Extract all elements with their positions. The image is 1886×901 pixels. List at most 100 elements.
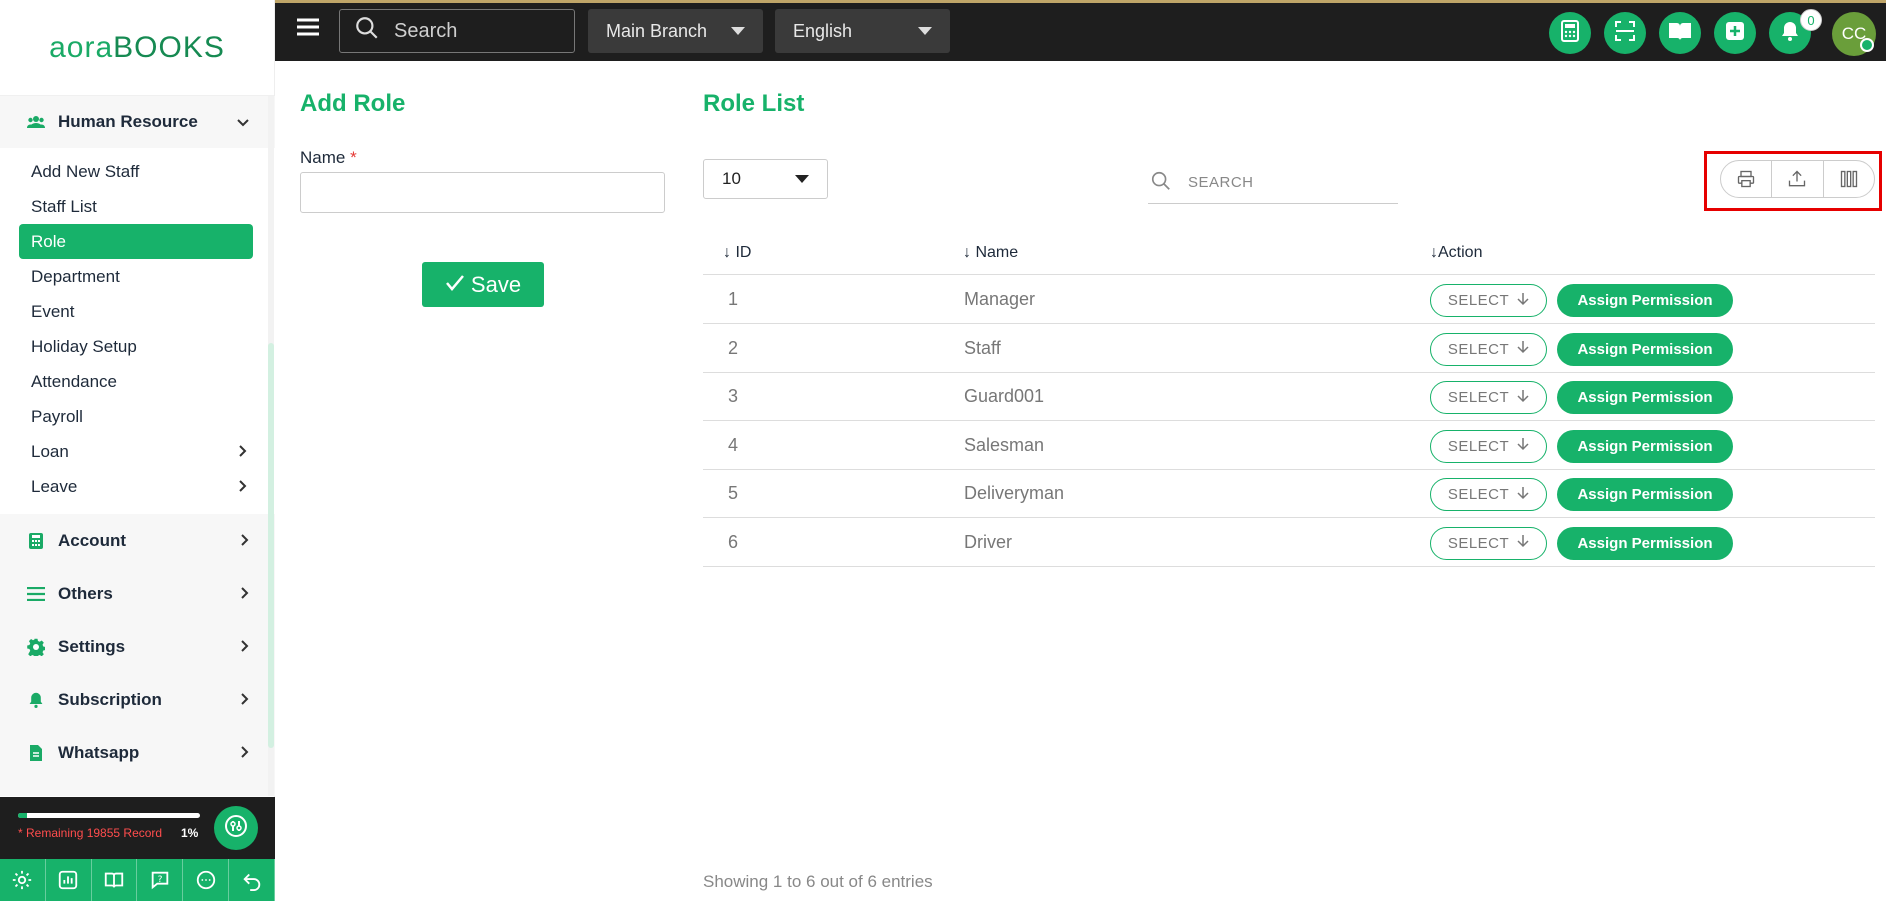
gear-icon <box>24 638 48 656</box>
sidebar-section-whatsapp[interactable]: Whatsapp <box>0 726 275 779</box>
sidebar-item-label: Payroll <box>31 406 83 426</box>
name-field-label: Name * <box>300 148 357 168</box>
sidebar-item-attendance[interactable]: Attendance <box>19 364 253 399</box>
brand-logo[interactable]: aora BOOKS <box>0 0 274 96</box>
arrow-down-icon <box>1517 340 1529 358</box>
assign-permission-button[interactable]: Assign Permission <box>1557 526 1733 560</box>
cell-id: 1 <box>728 289 739 309</box>
sidebar-item-label: Leave <box>31 476 78 496</box>
sidebar-item-department[interactable]: Department <box>19 259 253 294</box>
select-button[interactable]: SELECT <box>1430 526 1547 560</box>
cell-name: Deliveryman <box>964 483 1065 503</box>
column-header-name[interactable]: ↓ Name <box>963 244 1018 262</box>
save-button[interactable]: Save <box>422 262 544 307</box>
sidebar-item-add-new-staff[interactable]: Add New Staff <box>19 154 253 189</box>
check-icon <box>445 272 465 298</box>
hamburger-menu-icon[interactable] <box>297 18 319 41</box>
column-name-label: Name <box>975 244 1019 261</box>
select-button[interactable]: SELECT <box>1430 478 1547 511</box>
sidebar-section-others[interactable]: Others <box>0 567 275 620</box>
help-icon[interactable]: ? <box>137 859 184 901</box>
book-button[interactable] <box>1659 12 1701 54</box>
assign-permission-label: Assign Permission <box>1577 486 1713 503</box>
sidebar-section-settings[interactable]: Settings <box>0 620 275 673</box>
sidebar-item-label: Department <box>31 266 120 286</box>
sidebar-scrollbar-thumb[interactable] <box>268 343 274 748</box>
switch-mode-button[interactable] <box>214 806 258 850</box>
gear-icon[interactable] <box>0 859 46 901</box>
notification-badge: 0 <box>1800 9 1822 31</box>
sidebar-item-label: Staff List <box>31 196 97 216</box>
calculator-button[interactable] <box>1549 12 1591 54</box>
sidebar-item-label: Add New Staff <box>31 161 140 181</box>
required-mark: * <box>350 148 357 167</box>
caret-down-icon <box>795 175 809 183</box>
select-button[interactable]: SELECT <box>1430 381 1547 414</box>
scan-button[interactable] <box>1604 12 1646 54</box>
cell-id: 4 <box>728 434 739 455</box>
book-icon[interactable] <box>92 859 138 901</box>
back-icon[interactable] <box>229 859 275 901</box>
global-search-input[interactable]: Search <box>339 9 575 53</box>
select-label: SELECT <box>1447 437 1510 455</box>
assign-permission-button[interactable]: Assign Permission <box>1557 381 1733 414</box>
table-header: ↓ ID ↓ Name ↓Action <box>703 232 1875 275</box>
sidebar-section-account[interactable]: Account <box>0 514 275 567</box>
add-role-title: Add Role <box>300 90 406 117</box>
columns-button[interactable] <box>1824 161 1874 197</box>
chart-icon[interactable] <box>46 859 92 901</box>
sidebar-item-loan[interactable]: Loan <box>19 434 253 469</box>
column-header-id[interactable]: ↓ ID <box>723 244 751 262</box>
chat-icon[interactable] <box>183 859 230 901</box>
online-status-dot <box>1860 38 1874 52</box>
select-button[interactable]: SELECT <box>1430 429 1547 463</box>
sidebar-section-human-resource[interactable]: Human Resource <box>0 96 275 148</box>
export-button[interactable] <box>1772 161 1824 197</box>
per-page-value: 10 <box>722 169 741 188</box>
table-tools <box>1720 160 1875 198</box>
cell-name: Driver <box>964 531 1012 552</box>
cell-id: 5 <box>728 483 739 503</box>
branch-select[interactable]: Main Branch <box>588 9 763 53</box>
sidebar-section-reports[interactable]: Reports <box>0 779 275 797</box>
column-header-action[interactable]: ↓Action <box>1430 244 1482 262</box>
cell-name: Staff <box>964 337 1001 358</box>
select-label: SELECT <box>1447 340 1510 358</box>
select-button[interactable]: SELECT <box>1430 332 1547 366</box>
sidebar-item-payroll[interactable]: Payroll <box>19 399 253 434</box>
assign-permission-button[interactable]: Assign Permission <box>1557 429 1733 463</box>
sidebar-footer: * Remaining 19855 Record 1% ? <box>0 797 275 901</box>
assign-permission-button[interactable]: Assign Permission <box>1557 478 1733 511</box>
document-icon <box>24 744 48 762</box>
role-name-input[interactable] <box>300 172 665 213</box>
sidebar-item-leave[interactable]: Leave <box>19 469 253 504</box>
assign-permission-button[interactable]: Assign Permission <box>1557 332 1733 366</box>
remaining-percent: 1% <box>181 826 199 840</box>
per-page-select[interactable]: 10 <box>703 159 828 199</box>
cell-id: 3 <box>728 386 739 406</box>
chevron-down-icon <box>237 114 249 130</box>
arrow-down-icon <box>1517 437 1529 455</box>
print-icon <box>1737 170 1755 188</box>
select-label: SELECT <box>1447 486 1510 503</box>
select-button[interactable]: SELECT <box>1430 284 1547 317</box>
save-button-label: Save <box>470 271 522 297</box>
sidebar-item-role[interactable]: Role <box>19 224 253 259</box>
sidebar-item-staff-list[interactable]: Staff List <box>19 189 253 224</box>
print-button[interactable] <box>1721 161 1773 197</box>
table-row: 2 Staff SELECT Assign Permission <box>703 325 1875 373</box>
add-new-button[interactable] <box>1714 12 1756 54</box>
cell-id: 2 <box>728 337 739 358</box>
sidebar-item-event[interactable]: Event <box>19 294 253 329</box>
assign-permission-label: Assign Permission <box>1577 437 1713 455</box>
table-row: 1 Manager SELECT Assign Permission <box>703 276 1875 324</box>
role-search-input[interactable]: SEARCH <box>1148 162 1398 204</box>
sidebar-section-label: Settings <box>58 636 126 656</box>
chevron-right-icon <box>241 586 249 602</box>
sidebar-section-subscription[interactable]: Subscription <box>0 673 275 726</box>
table-row: 4 Salesman SELECT Assign Permission <box>703 422 1875 470</box>
language-select[interactable]: English <box>775 9 950 53</box>
assign-permission-button[interactable]: Assign Permission <box>1557 284 1733 317</box>
sidebar-item-holiday-setup[interactable]: Holiday Setup <box>19 329 253 364</box>
chevron-right-icon <box>239 444 247 460</box>
